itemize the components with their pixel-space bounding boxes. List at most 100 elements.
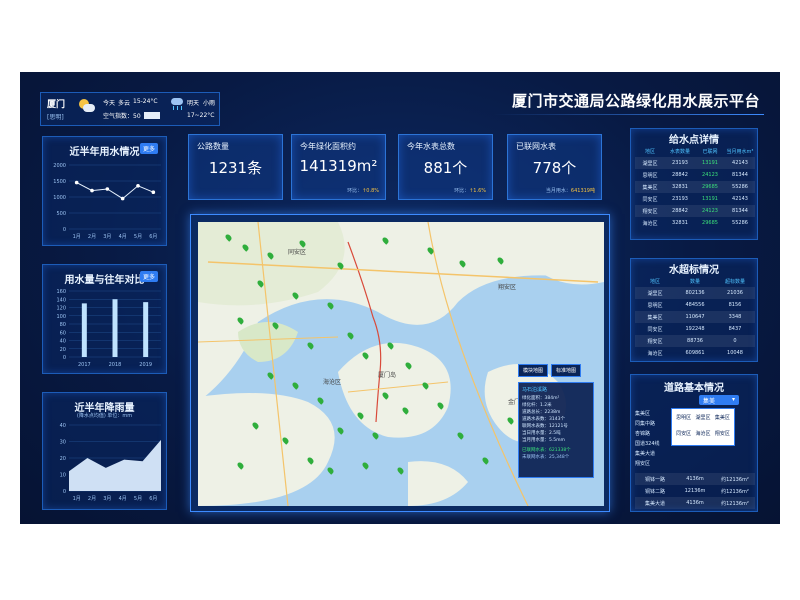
region-option[interactable]: 海沧区 xyxy=(694,428,711,442)
region-option[interactable]: 集美区 xyxy=(714,412,731,426)
y-tick-label: 2000 xyxy=(53,163,66,169)
stat-sub: 当月用水：641319吨 xyxy=(545,188,595,194)
table-row: 集美区 110647 3348 xyxy=(635,311,755,323)
x-tick-label: 6月 xyxy=(149,234,157,240)
y-tick-label: 20 xyxy=(60,456,66,462)
table-cell: 88736 xyxy=(687,338,703,344)
table-cell: 集美区 xyxy=(642,184,658,191)
table-cell: 42143 xyxy=(732,160,748,166)
table-header: 地区 数量 超标数量 xyxy=(635,275,755,287)
stat-label: 今年绿化面积约 xyxy=(300,142,356,151)
table-row: 铜钵二路 12136m 约12136m² xyxy=(635,485,755,497)
overuse-title: 水超标情况 xyxy=(669,265,719,276)
column-header: 数量 xyxy=(689,278,700,285)
rainfall-area xyxy=(69,439,161,491)
popup-line: 道路水表数：3143个 xyxy=(522,417,565,422)
table-cell: 翔安区 xyxy=(647,338,663,345)
today-label: 今天 xyxy=(103,100,116,107)
table-cell: 13191 xyxy=(702,196,718,202)
table-row: 湖里区 23193 13191 42143 xyxy=(635,157,755,169)
x-tick-label: 1月 xyxy=(73,234,81,240)
table-cell: 21036 xyxy=(727,290,743,296)
city-name: 厦门 xyxy=(47,100,66,110)
region-option[interactable]: 湖里区 xyxy=(694,412,711,426)
y-tick-label: 10 xyxy=(60,473,66,479)
popup-title: 马石泊溪路 xyxy=(522,387,548,393)
x-tick-label: 2月 xyxy=(88,496,96,502)
usage-point xyxy=(120,196,125,201)
x-tick-label: 3月 xyxy=(103,234,111,240)
table-cell: 23193 xyxy=(672,160,688,166)
stat-value: 778个 xyxy=(532,159,577,177)
table-row: 思明区 484556 8156 xyxy=(635,299,755,311)
table-cell: 约12136m² xyxy=(721,476,749,483)
table-cell: 13191 xyxy=(702,160,718,166)
x-tick-label: 1月 xyxy=(73,496,81,502)
region-option[interactable]: 翔安区 xyxy=(714,428,731,442)
usage-point xyxy=(90,188,94,193)
standard-map-button[interactable]: 标准地图 xyxy=(551,364,582,377)
road-label-list: 集美区 同集中路 杏锦路 国道324线 集美大道 翔安区 xyxy=(635,409,671,469)
y-tick-label: 160 xyxy=(56,289,66,295)
usage-point xyxy=(151,190,156,194)
table-cell: 29685 xyxy=(702,184,718,190)
table-cell: 23193 xyxy=(672,196,688,202)
road-info-popup: 马石泊溪路 绿化面积：384m² 绿化杆：1.2米 道路总长：2238m 道路水… xyxy=(518,382,594,478)
water-usage-more-button[interactable]: 更多 xyxy=(139,143,158,154)
map-mode-toggle: 模块地图 标准地图 xyxy=(518,364,582,377)
table-cell: 约12136m² xyxy=(721,500,749,507)
table-cell: 0 xyxy=(733,338,737,344)
y-tick-label: 0 xyxy=(63,227,66,233)
usage-point xyxy=(105,187,110,191)
table-cell: 同安区 xyxy=(642,196,658,203)
map-view[interactable]: 海沧区 厦门岛 金门县 翔安区 同安区 模块地图 标准地图 马石泊溪路 绿化面积… xyxy=(198,222,604,506)
compare-more-button[interactable]: 更多 xyxy=(139,271,158,282)
tomorrow-desc: 小雨 xyxy=(203,100,216,107)
table-cell: 4136m xyxy=(686,476,704,482)
supply-panel: 给水点详情 地区 水表数量 已联网 当月用水m³ 湖里区 23193 13191 42143 思… xyxy=(630,128,758,240)
table-cell: 484556 xyxy=(685,302,705,308)
place-label: 同安区 xyxy=(288,249,307,256)
table-cell: 8156 xyxy=(728,302,742,308)
city-district: [思明] xyxy=(47,114,64,121)
column-header: 当月用水m³ xyxy=(726,148,754,155)
today-desc: 多云 xyxy=(118,100,131,107)
table-cell: 思明区 xyxy=(642,172,658,179)
table-cell: 铜钵一路 xyxy=(644,476,665,483)
today-temp: 15-24°C xyxy=(133,98,158,105)
table-cell: 802136 xyxy=(685,290,705,296)
stat-label: 今年水表总数 xyxy=(407,142,455,151)
tomorrow-label: 明天 xyxy=(187,100,200,107)
usage-point xyxy=(136,184,140,188)
weather-box: 厦门 [思明] 今天 多云 15-24°C 空气指数：50 明天 小雨 17~2… xyxy=(40,92,220,126)
module-map-button[interactable]: 模块地图 xyxy=(518,364,549,377)
region-option[interactable]: 思明区 xyxy=(675,412,692,426)
road-table: 铜钵一路 4136m 约12136m² 铜钵二路 12136m 约12136m² 集美大道 4… xyxy=(635,473,755,509)
place-label: 厦门岛 xyxy=(378,372,397,379)
water-usage-panel: 近半年用水情况 更多 2000 1500 1000 500 0 1月 2月 3月 4月 5月 6月 xyxy=(42,136,167,246)
y-tick-label: 120 xyxy=(56,306,66,312)
table-cell: 8437 xyxy=(728,326,742,332)
region-option[interactable]: 同安区 xyxy=(675,428,692,442)
column-header: 水表数量 xyxy=(669,148,690,155)
table-cell: 55286 xyxy=(732,220,748,226)
x-tick-label: 4月 xyxy=(119,496,127,502)
x-tick-label: 2018 xyxy=(109,362,122,368)
x-tick-label: 5月 xyxy=(134,234,142,240)
partly-cloudy-icon xyxy=(79,99,95,113)
title-underline xyxy=(494,114,764,115)
popup-line: 联网水表数：12121号 xyxy=(522,424,568,429)
popup-line: 道路总长：2238m xyxy=(522,410,561,415)
y-tick-label: 40 xyxy=(60,339,66,345)
region-select-value: 集美 xyxy=(703,398,716,405)
region-select[interactable]: 集美 ▾ xyxy=(699,395,739,405)
aqi-bar xyxy=(144,112,160,119)
x-tick-label: 3月 xyxy=(103,496,111,502)
popup-line: 绿化杆：1.2米 xyxy=(522,403,552,408)
popup-line: 当月用水量：5.5mm xyxy=(522,438,565,443)
table-row: 同安区 192248 8437 xyxy=(635,323,755,335)
stat-value: 141319m² xyxy=(299,157,378,175)
compare-bar xyxy=(81,303,87,357)
table-header: 地区 水表数量 已联网 当月用水m³ xyxy=(635,145,755,157)
roads-title: 道路基本情况 xyxy=(664,383,724,394)
